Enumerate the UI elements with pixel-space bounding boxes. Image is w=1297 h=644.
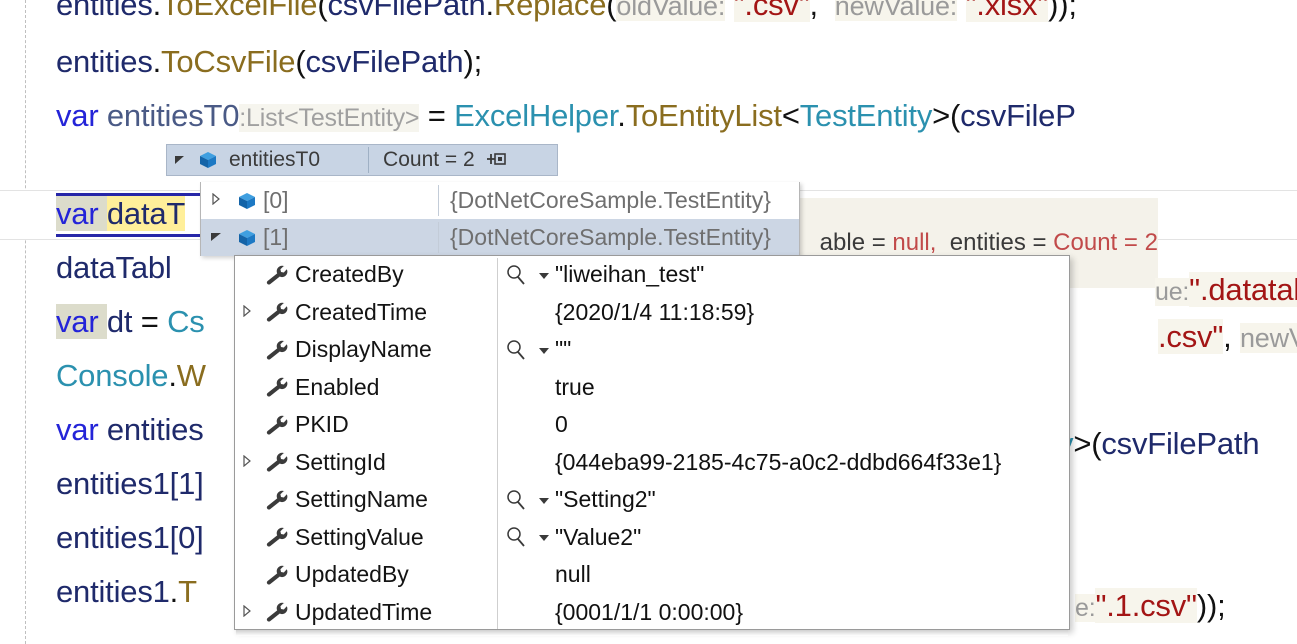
member-value-cell[interactable]: "liweihan_test" [499, 256, 1069, 294]
datatip-header-separator [368, 147, 369, 173]
member-value-cell[interactable]: "Value2" [499, 519, 1069, 557]
member-row[interactable]: PKID0 [235, 406, 1069, 444]
member-value-cell[interactable]: {0001/1/1 0:00:00} [499, 594, 1069, 631]
chevron-right-icon[interactable] [235, 305, 259, 320]
magnifier-icon[interactable] [499, 263, 533, 287]
member-value-cell[interactable]: {044eba99-2185-4c75-a0c2-ddbd664f33e1} [499, 444, 1069, 482]
element-value-label: {DotNetCoreSample.TestEntity} [438, 187, 771, 214]
indent-guide [25, 0, 26, 644]
wrench-icon [259, 414, 295, 436]
wrench-icon [259, 264, 295, 286]
code-line-var-entitiesT0: var entitiesT0:List<TestEntity> = ExcelH… [56, 89, 1076, 145]
datatip-element-row-0[interactable]: [0] {DotNetCoreSample.TestEntity} [201, 182, 799, 219]
member-value-label: null [555, 561, 591, 588]
code-line-to-csv-file: entities.ToCsvFile(csvFilePath); [56, 35, 482, 89]
member-row[interactable]: SettingId{044eba99-2185-4c75-a0c2-ddbd66… [235, 444, 1069, 482]
member-row[interactable]: CreatedTime{2020/1/4 11:18:59} [235, 294, 1069, 332]
magnifier-icon[interactable] [499, 525, 533, 549]
inline-debug-null: null, [892, 229, 936, 256]
code-line-var-dt: var dt = Cs [56, 295, 205, 349]
member-value-label: "Setting2" [555, 486, 656, 513]
cube-icon [193, 149, 223, 171]
member-value-cell[interactable]: "Setting2" [499, 481, 1069, 519]
member-row-container: CreatedBy"liweihan_test"CreatedTime{2020… [235, 256, 1069, 630]
code-fragment-csv-tail: .csv", newValue [1158, 310, 1297, 365]
member-value-label: {2020/1/4 11:18:59} [555, 299, 754, 326]
datatip-element-row-1[interactable]: [1] {DotNetCoreSample.TestEntity} [201, 219, 799, 256]
member-row[interactable]: SettingValue"Value2" [235, 519, 1069, 557]
member-value-label: {044eba99-2185-4c75-a0c2-ddbd664f33e1} [555, 449, 1001, 476]
wrench-icon [259, 339, 295, 361]
member-value-label: 0 [555, 411, 568, 438]
member-value-cell[interactable]: {2020/1/4 11:18:59} [499, 294, 1069, 332]
cube-icon [231, 190, 263, 212]
pin-icon[interactable] [485, 150, 507, 170]
datatip-bottom-shadow [236, 630, 1068, 636]
datatip-expression-value: Count = 2 [383, 148, 475, 172]
inline-debug-mid: entities = [936, 229, 1053, 256]
inline-debug-prefix: able = [820, 229, 893, 256]
element-index-label: [0] [263, 187, 438, 214]
column-separator [438, 185, 439, 216]
magnifier-icon[interactable] [499, 488, 533, 512]
wrench-icon [259, 451, 295, 473]
chevron-down-icon[interactable] [533, 268, 555, 282]
member-value-cell[interactable]: 0 [499, 406, 1069, 444]
member-row[interactable]: CreatedBy"liweihan_test" [235, 256, 1069, 294]
chevron-right-icon[interactable] [201, 193, 231, 208]
wrench-icon [259, 376, 295, 398]
wrench-icon [259, 601, 295, 623]
datatip-expression-name: entitiesT0 [223, 148, 320, 172]
code-line-var-entities1: var entities [56, 403, 204, 457]
magnifier-icon[interactable] [499, 338, 533, 362]
code-line-datatable-to: dataTabl [56, 241, 172, 295]
member-row[interactable]: UpdatedTime{0001/1/1 0:00:00} [235, 594, 1069, 631]
member-value-label: true [555, 374, 595, 401]
code-fragment-entitylist-tail: y>(csvFilePath [1058, 417, 1259, 471]
chevron-down-icon[interactable] [533, 493, 555, 507]
datatip-header[interactable]: entitiesT0 Count = 2 [166, 144, 558, 176]
member-value-cell[interactable]: true [499, 369, 1069, 407]
element-index-label: [1] [263, 224, 438, 251]
code-line-entities1-index0: entities1[0] [56, 511, 204, 565]
member-value-label: "Value2" [555, 524, 641, 551]
current-statement-underline [56, 193, 200, 196]
cube-icon [231, 227, 263, 249]
datatip-member-grid[interactable]: CreatedBy"liweihan_test"CreatedTime{2020… [234, 255, 1070, 630]
member-value-cell[interactable]: null [499, 556, 1069, 594]
chevron-down-icon[interactable] [201, 230, 231, 245]
column-separator [438, 222, 439, 253]
chevron-right-icon[interactable] [235, 605, 259, 620]
code-line-console-write: Console.W [56, 349, 206, 403]
member-row[interactable]: UpdatedBynull [235, 556, 1069, 594]
chevron-right-icon[interactable] [235, 455, 259, 470]
member-row[interactable]: Enabledtrue [235, 369, 1069, 407]
wrench-icon [259, 489, 295, 511]
inline-debug-count: Count = 2 [1053, 229, 1158, 256]
code-fragment-onecsv-tail: e:".1.csv")); [1075, 579, 1226, 635]
member-value-label: "" [555, 336, 571, 363]
member-row[interactable]: DisplayName"" [235, 331, 1069, 369]
code-line-entities1-index1: entities1[1] [56, 457, 204, 511]
member-value-label: "liweihan_test" [555, 261, 704, 288]
wrench-icon [259, 564, 295, 586]
member-value-label: {0001/1/1 0:00:00} [555, 599, 743, 626]
current-statement-underline-bottom [56, 234, 200, 237]
element-value-label: {DotNetCoreSample.TestEntity} [438, 224, 771, 251]
datatip-element-list[interactable]: [0] {DotNetCoreSample.TestEntity} [1] {D… [200, 182, 800, 256]
code-line-to-excel-file: entities.ToExcelFile(csvFilePath.Replace… [56, 0, 1077, 33]
wrench-icon [259, 526, 295, 548]
wrench-icon [259, 301, 295, 323]
member-value-cell[interactable]: "" [499, 331, 1069, 369]
expander-icon[interactable] [167, 152, 193, 169]
chevron-down-icon[interactable] [533, 343, 555, 357]
chevron-down-icon[interactable] [533, 530, 555, 544]
member-row[interactable]: SettingName"Setting2" [235, 481, 1069, 519]
code-line-entities1-to: entities1.T [56, 565, 197, 619]
